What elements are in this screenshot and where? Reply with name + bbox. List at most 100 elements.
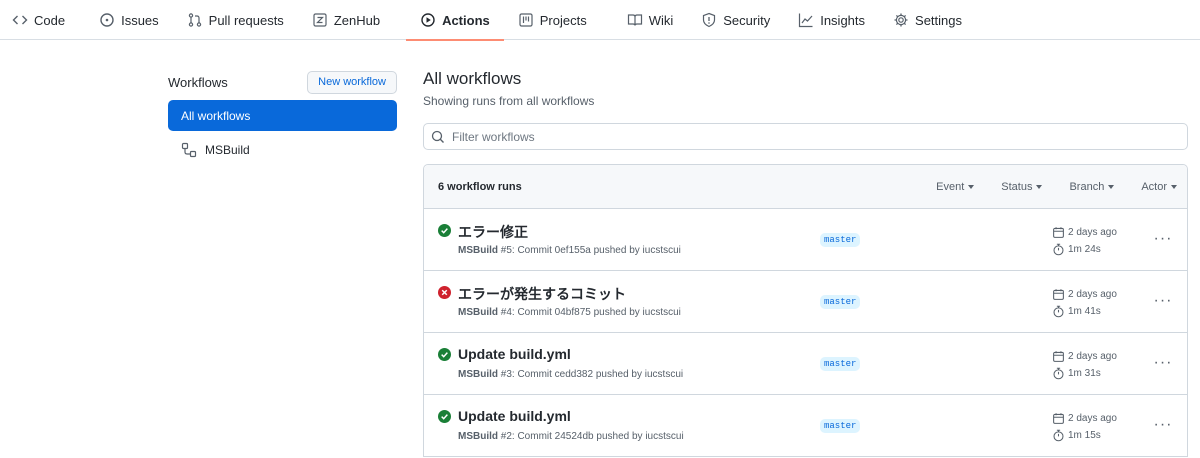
run-duration-text: 1m 15s: [1068, 430, 1101, 441]
tab-zenhub[interactable]: ZenHub: [312, 0, 394, 40]
run-date-text: 2 days ago: [1068, 227, 1117, 238]
run-title[interactable]: エラー修正: [458, 222, 528, 242]
caret-down-icon: [1171, 184, 1177, 189]
run-date-text: 2 days ago: [1068, 413, 1117, 424]
run-workflow-name: MSBuild: [458, 431, 498, 442]
caret-down-icon: [1108, 184, 1115, 189]
stopwatch-icon: [1052, 305, 1065, 318]
main-content: All workflows Showing runs from all work…: [423, 68, 1188, 457]
code-icon: [12, 12, 28, 28]
zenhub-icon: [312, 12, 328, 28]
sidebar-item-msbuild[interactable]: MSBuild: [168, 134, 397, 165]
calendar-icon: [1052, 350, 1065, 363]
tab-label: Insights: [820, 12, 866, 28]
run-date: 2 days ago: [1052, 226, 1117, 239]
branch-label[interactable]: master: [820, 233, 861, 247]
calendar-icon: [1052, 288, 1065, 301]
tab-label: Pull requests: [208, 12, 284, 28]
run-meta-text: #4: Commit 04bf875 pushed by iucstscui: [498, 307, 681, 318]
pull-request-icon: [187, 12, 203, 28]
tab-label: ZenHub: [333, 12, 381, 28]
sidebar-item-label: MSBuild: [205, 142, 250, 157]
tab-issues[interactable]: Issues: [99, 0, 173, 40]
issue-icon: [99, 12, 115, 28]
run-duration: 1m 41s: [1052, 305, 1101, 318]
kebab-horizontal-icon[interactable]: ···: [1154, 416, 1172, 433]
tab-settings[interactable]: Settings: [893, 0, 976, 40]
branch-label[interactable]: master: [820, 419, 861, 433]
filter-box: [423, 123, 1188, 150]
shield-icon: [701, 12, 717, 28]
kebab-horizontal-icon[interactable]: ···: [1154, 230, 1172, 247]
table-row[interactable]: エラーが発生するコミット MSBuild #4: Commit 04bf875 …: [424, 271, 1187, 333]
run-date-text: 2 days ago: [1068, 351, 1117, 362]
table-row[interactable]: Update build.yml MSBuild #3: Commit cedd…: [424, 333, 1187, 395]
tab-wiki[interactable]: Wiki: [627, 0, 688, 40]
tab-actions[interactable]: Actions: [406, 0, 504, 41]
tab-label: Wiki: [648, 12, 674, 28]
workflow-icon: [181, 142, 197, 158]
actor-filter-dropdown[interactable]: Actor: [1141, 181, 1177, 193]
repo-nav: Code Issues Pull requests ZenHub Actions…: [0, 0, 1200, 41]
run-date: 2 days ago: [1052, 350, 1117, 363]
tab-label: Issues: [121, 12, 159, 28]
table-row[interactable]: エラー修正 MSBuild #5: Commit 0ef155a pushed …: [424, 209, 1187, 271]
gear-icon: [893, 12, 909, 28]
tab-projects[interactable]: Projects: [518, 0, 601, 40]
tab-code[interactable]: Code: [12, 0, 79, 40]
check-circle-icon: [438, 348, 451, 361]
branch-label[interactable]: master: [820, 295, 861, 309]
run-meta: MSBuild #5: Commit 0ef155a pushed by iuc…: [458, 245, 681, 256]
filter-workflows-input[interactable]: [452, 129, 1152, 144]
kebab-horizontal-icon[interactable]: ···: [1154, 292, 1172, 309]
page-title: All workflows: [423, 69, 522, 88]
stopwatch-icon: [1052, 243, 1065, 256]
run-date: 2 days ago: [1052, 412, 1117, 425]
sidebar-title: Workflows: [168, 74, 228, 90]
run-title[interactable]: Update build.yml: [458, 346, 571, 362]
book-icon: [627, 12, 643, 28]
tab-security[interactable]: Security: [701, 0, 784, 40]
page-subtitle: Showing runs from all workflows: [423, 94, 595, 108]
run-duration-text: 1m 31s: [1068, 368, 1101, 379]
run-title[interactable]: エラーが発生するコミット: [458, 284, 626, 304]
run-duration: 1m 15s: [1052, 429, 1101, 442]
tab-label: Code: [34, 12, 66, 28]
run-workflow-name: MSBuild: [458, 369, 498, 380]
runs-header: 6 workflow runs Event Status Branch Acto…: [424, 165, 1187, 209]
search-icon: [430, 129, 446, 145]
dropdown-label: Status: [1001, 180, 1033, 193]
workflow-runs-list: 6 workflow runs Event Status Branch Acto…: [423, 164, 1188, 457]
run-duration: 1m 24s: [1052, 243, 1101, 256]
branch-label[interactable]: master: [820, 357, 861, 371]
new-workflow-button[interactable]: New workflow: [307, 70, 397, 94]
graph-icon: [798, 12, 814, 28]
event-filter-dropdown[interactable]: Event: [936, 181, 975, 193]
calendar-icon: [1052, 412, 1065, 425]
branch-filter-dropdown[interactable]: Branch: [1069, 181, 1115, 193]
tab-pull-requests[interactable]: Pull requests: [187, 0, 298, 40]
run-meta-text: #3: Commit cedd382 pushed by iucstscui: [498, 369, 684, 380]
run-title[interactable]: Update build.yml: [458, 408, 571, 424]
sidebar-item-all-workflows[interactable]: All workflows: [168, 100, 397, 131]
kebab-horizontal-icon[interactable]: ···: [1154, 354, 1172, 371]
run-duration-text: 1m 41s: [1068, 306, 1101, 317]
run-meta-text: #5: Commit 0ef155a pushed by iucstscui: [498, 245, 681, 256]
run-date: 2 days ago: [1052, 288, 1117, 301]
run-meta: MSBuild #3: Commit cedd382 pushed by iuc…: [458, 369, 683, 380]
sidebar-item-label: All workflows: [181, 108, 251, 123]
tab-label: Actions: [442, 12, 490, 28]
x-circle-icon: [438, 286, 451, 299]
dropdown-label: Actor: [1141, 180, 1167, 193]
calendar-icon: [1052, 226, 1065, 239]
run-workflow-name: MSBuild: [458, 307, 498, 318]
project-icon: [518, 12, 534, 28]
status-filter-dropdown[interactable]: Status: [1001, 180, 1043, 193]
table-row[interactable]: Update build.yml MSBuild #2: Commit 2452…: [424, 395, 1187, 457]
run-workflow-name: MSBuild: [458, 245, 498, 256]
tab-label: Settings: [915, 12, 963, 28]
caret-down-icon: [968, 184, 975, 189]
run-duration-text: 1m 24s: [1068, 244, 1101, 255]
tab-label: Projects: [539, 12, 587, 28]
tab-insights[interactable]: Insights: [798, 0, 879, 40]
